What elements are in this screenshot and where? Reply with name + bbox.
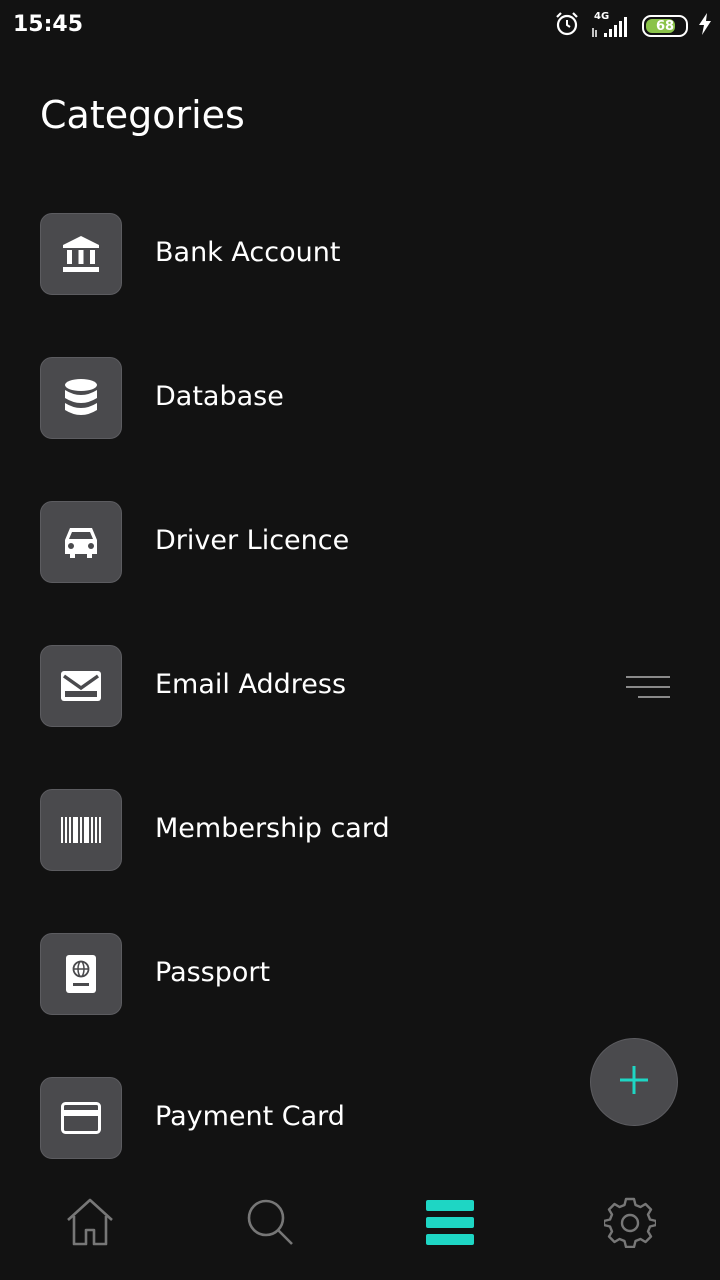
status-icons: 4G 68 bbox=[554, 11, 712, 41]
car-icon bbox=[40, 501, 122, 583]
status-time: 15:45 bbox=[13, 12, 84, 37]
category-item-email-address[interactable]: Email Address bbox=[0, 645, 720, 729]
category-item-database[interactable]: Database bbox=[0, 357, 720, 441]
category-label: Driver Licence bbox=[155, 525, 350, 556]
category-label: Payment Card bbox=[155, 1101, 345, 1132]
category-label: Database bbox=[155, 381, 284, 412]
nav-home[interactable] bbox=[60, 1194, 120, 1254]
credit-card-icon bbox=[40, 1077, 122, 1159]
category-item-passport[interactable]: Passport bbox=[0, 933, 720, 1017]
nav-settings[interactable] bbox=[600, 1194, 660, 1254]
nav-search[interactable] bbox=[240, 1194, 300, 1254]
envelope-icon bbox=[40, 645, 122, 727]
home-icon bbox=[64, 1196, 116, 1252]
alarm-icon bbox=[554, 11, 580, 41]
database-icon bbox=[40, 357, 122, 439]
passport-icon bbox=[40, 933, 122, 1015]
charging-icon bbox=[698, 13, 712, 39]
battery-level: 68 bbox=[655, 18, 675, 34]
category-item-bank-account[interactable]: Bank Account bbox=[0, 213, 720, 297]
category-label: Membership card bbox=[155, 813, 390, 844]
category-label: Email Address bbox=[155, 669, 347, 700]
bank-icon bbox=[40, 213, 122, 295]
search-icon bbox=[244, 1196, 296, 1252]
page-title: Categories bbox=[40, 93, 245, 137]
signal-icon: 4G bbox=[590, 11, 632, 39]
drag-handle-icon[interactable] bbox=[626, 675, 670, 699]
add-category-button[interactable] bbox=[590, 1038, 678, 1126]
barcode-icon bbox=[40, 789, 122, 871]
category-label: Bank Account bbox=[155, 237, 341, 268]
battery-icon: 68 bbox=[642, 15, 688, 37]
plus-icon bbox=[618, 1064, 650, 1100]
gear-icon bbox=[602, 1196, 658, 1252]
bottom-navigation bbox=[0, 1170, 720, 1280]
category-item-driver-licence[interactable]: Driver Licence bbox=[0, 501, 720, 585]
category-label: Passport bbox=[155, 957, 271, 988]
list-icon bbox=[425, 1197, 475, 1251]
status-bar: 15:45 4G 68 bbox=[0, 0, 720, 52]
category-item-membership-card[interactable]: Membership card bbox=[0, 789, 720, 873]
nav-categories[interactable] bbox=[420, 1194, 480, 1254]
